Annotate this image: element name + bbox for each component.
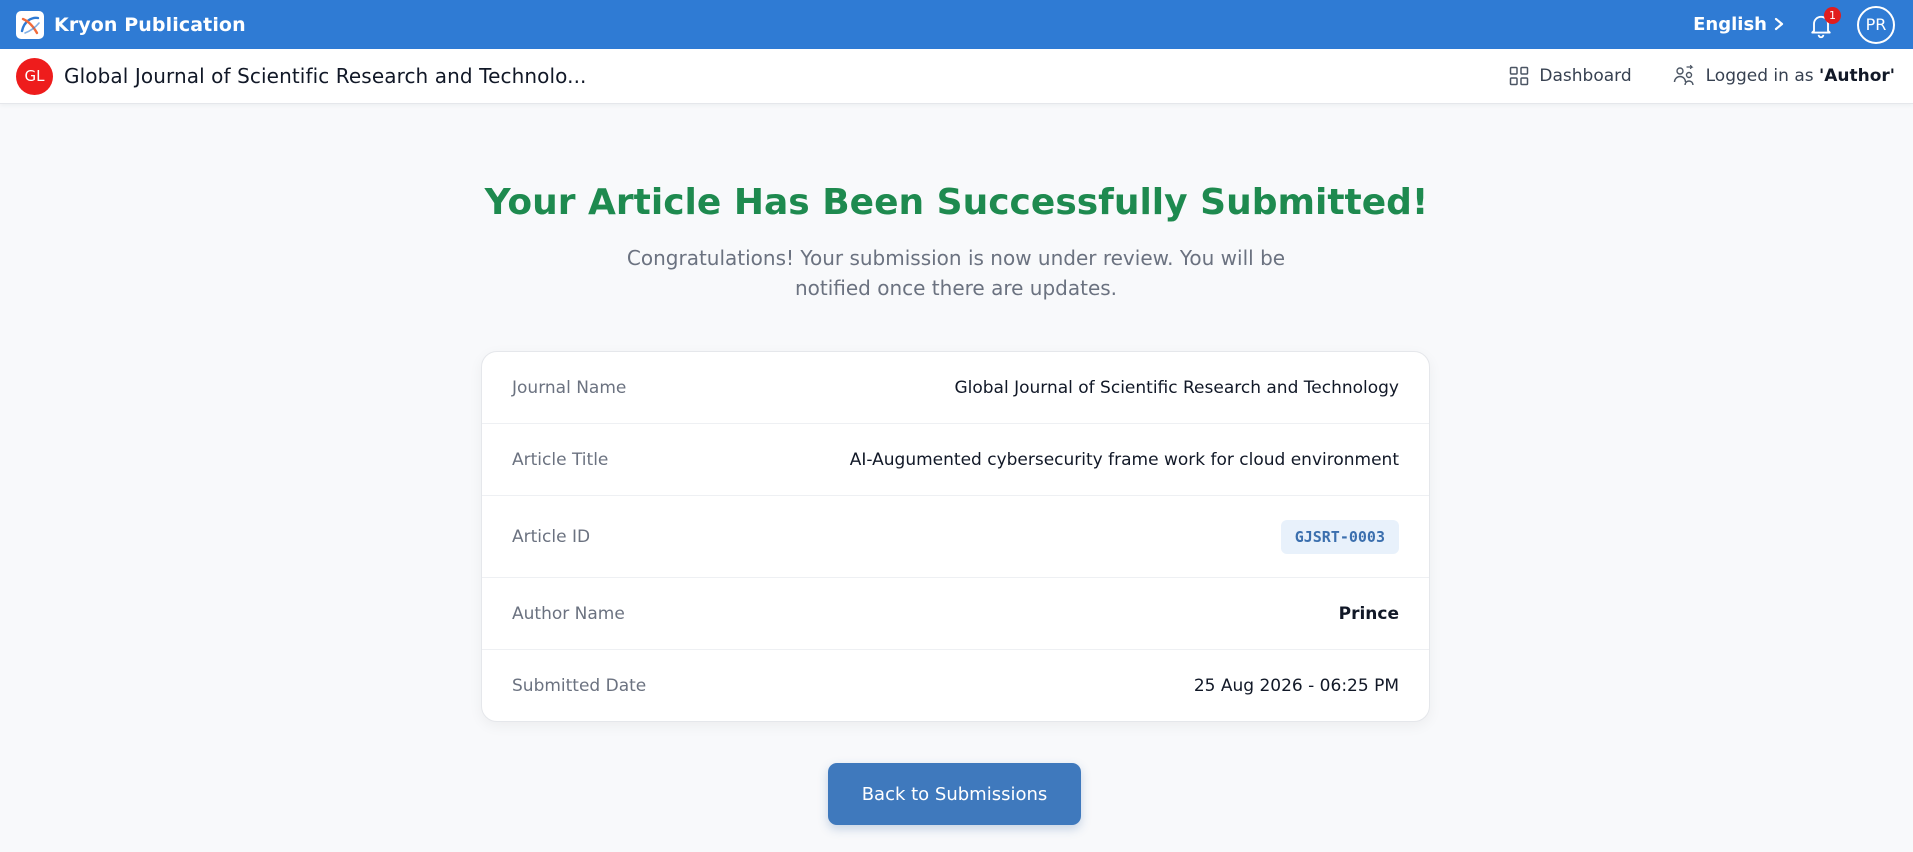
journal-title: Global Journal of Scientific Research an… [64, 64, 587, 88]
back-to-submissions-button[interactable]: Back to Submissions [828, 763, 1081, 825]
users-switch-icon [1673, 64, 1694, 86]
logged-in-role: 'Author' [1819, 66, 1895, 86]
notifications-button[interactable]: 1 [1807, 6, 1841, 39]
detail-row-submitted-date: Submitted Date 25 Aug 2026 - 06:25 PM [482, 650, 1429, 721]
chevron-right-icon [1773, 14, 1785, 34]
role-switcher[interactable]: Logged in as 'Author' [1672, 64, 1895, 88]
detail-label: Submitted Date [512, 675, 647, 696]
detail-label: Article Title [512, 449, 609, 470]
top-navbar: Kryon Publication English 1 PR [0, 0, 1913, 49]
detail-label: Author Name [512, 603, 625, 624]
topbar-actions: English 1 PR [1693, 5, 1895, 44]
dashboard-link[interactable]: Dashboard [1509, 66, 1632, 86]
detail-label: Journal Name [512, 377, 627, 398]
detail-label: Article ID [512, 526, 591, 547]
journal-header-actions: Dashboard Logged in as 'Author' [1509, 64, 1895, 88]
grid-icon [1510, 66, 1529, 86]
brand[interactable]: Kryon Publication [16, 10, 246, 39]
dashboard-label: Dashboard [1539, 66, 1632, 86]
detail-row-journal-name: Journal Name Global Journal of Scientifi… [482, 352, 1429, 424]
language-selector[interactable]: English [1693, 14, 1785, 35]
detail-value: AI-Augumented cybersecurity frame work f… [849, 449, 1399, 470]
detail-row-author-name: Author Name Prince [482, 578, 1429, 650]
journal-header: GL Global Journal of Scientific Research… [0, 49, 1913, 104]
detail-value: Prince [1338, 603, 1399, 624]
success-title: Your Article Has Been Successfully Submi… [484, 182, 1429, 223]
logged-in-prefix: Logged in as [1705, 66, 1814, 86]
user-avatar[interactable]: PR [1857, 5, 1895, 44]
logged-in-text: Logged in as 'Author' [1706, 66, 1895, 86]
detail-value: 25 Aug 2026 - 06:25 PM [1193, 675, 1399, 696]
detail-row-article-id: Article ID GJSRT-0003 [482, 496, 1429, 578]
brand-name: Kryon Publication [54, 13, 246, 36]
submission-details-card: Journal Name Global Journal of Scientifi… [481, 351, 1430, 722]
kryon-logo-icon [16, 10, 44, 39]
article-id-chip: GJSRT-0003 [1280, 519, 1399, 554]
notification-badge: 1 [1824, 6, 1841, 24]
journal-info: GL Global Journal of Scientific Research… [16, 57, 587, 95]
language-label: English [1693, 14, 1767, 35]
detail-row-article-title: Article Title AI-Augumented cybersecurit… [482, 424, 1429, 496]
success-subtitle: Congratulations! Your submission is now … [626, 246, 1286, 300]
detail-value: Global Journal of Scientific Research an… [954, 377, 1399, 398]
journal-avatar: GL [16, 57, 53, 95]
